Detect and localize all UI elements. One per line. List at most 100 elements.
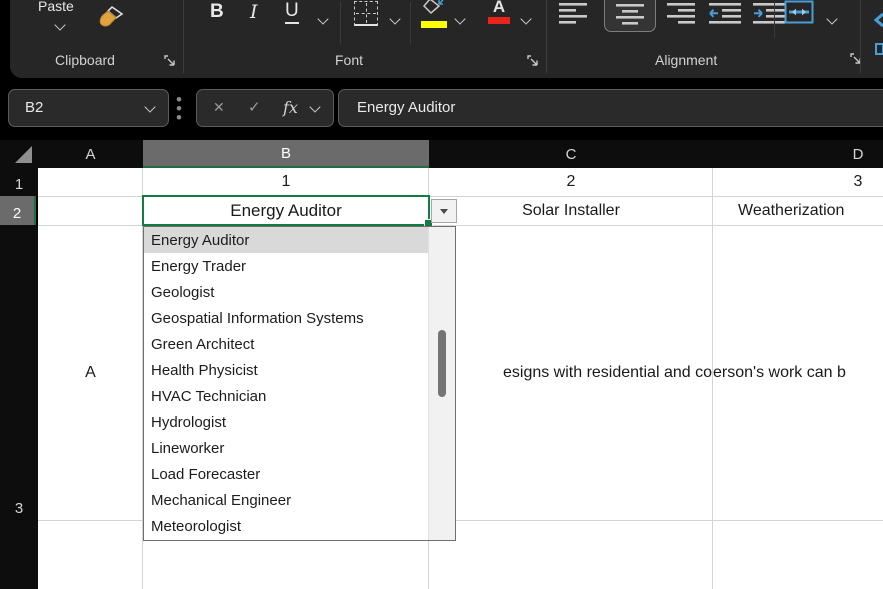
font-color-dropdown-button[interactable]	[520, 10, 532, 28]
active-cell-border	[142, 195, 430, 226]
insert-function-button[interactable]: fx	[283, 98, 298, 117]
paste-label: Paste	[38, 0, 74, 14]
cell-a3[interactable]: A	[38, 225, 143, 520]
divider	[410, 2, 411, 44]
column-header-d[interactable]: D	[713, 140, 883, 168]
chevron-down-icon	[54, 19, 66, 31]
chevron-down-icon	[826, 13, 838, 25]
merge-center-button[interactable]	[784, 0, 814, 29]
align-center-button[interactable]	[604, 0, 656, 32]
triangle-down-icon	[440, 208, 448, 214]
column-header-b[interactable]: B	[143, 140, 429, 168]
cell-c2[interactable]: Solar Installer	[429, 196, 713, 225]
bold-label: B	[210, 1, 224, 22]
column-header-a[interactable]: A	[38, 140, 143, 168]
enter-button[interactable]: ✓	[248, 98, 261, 116]
font-group-label: Font	[335, 52, 364, 68]
dropdown-item[interactable]: Load Forecaster	[144, 462, 429, 488]
cell-d1[interactable]: 3	[713, 168, 883, 196]
formula-bar-grip[interactable]: • • •	[176, 91, 182, 126]
format-painter-icon	[99, 5, 124, 27]
cell-value: erson's work can b	[713, 364, 846, 381]
select-all-button[interactable]	[0, 140, 38, 168]
bold-button[interactable]: B	[210, 0, 224, 25]
cell-value: Solar Installer	[522, 201, 620, 219]
paste-dropdown-button[interactable]	[54, 16, 66, 34]
formula-bar-input[interactable]: Energy Auditor	[338, 89, 883, 127]
column-header-label: A	[85, 145, 96, 163]
chevron-down-icon	[520, 13, 532, 25]
chevron-down-icon	[309, 101, 321, 113]
merge-center-dropdown-button[interactable]	[826, 10, 838, 28]
chevron-down-icon	[454, 13, 466, 25]
fill-color-icon	[422, 0, 444, 15]
fill-color-swatch	[421, 21, 447, 28]
clipboard-dialog-launcher[interactable]	[163, 54, 177, 68]
group-divider	[183, 0, 184, 73]
fill-color-button[interactable]	[421, 0, 447, 28]
align-left-button[interactable]	[558, 1, 588, 32]
group-divider	[860, 0, 861, 73]
dropdown-item[interactable]: Green Architect	[144, 331, 429, 357]
underline-dropdown-button[interactable]	[317, 10, 329, 28]
column-header-c[interactable]: C	[429, 140, 713, 168]
font-dialog-launcher[interactable]	[526, 54, 540, 68]
divider	[774, 2, 775, 38]
dropdown-item[interactable]: Health Physicist	[144, 357, 429, 383]
cell-value: 2	[566, 173, 576, 190]
name-box[interactable]: B2	[8, 89, 169, 127]
decrease-indent-button[interactable]	[708, 1, 742, 32]
dropdown-item[interactable]: Hydrologist	[144, 410, 429, 436]
align-left-icon	[559, 3, 587, 24]
cell-d2[interactable]: Weatherization	[713, 196, 883, 225]
dropdown-item[interactable]: Mechanical Engineer	[144, 488, 429, 514]
select-all-triangle-icon	[15, 146, 32, 163]
dropdown-item[interactable]: Energy Trader	[144, 253, 429, 279]
font-color-button[interactable]: A	[488, 0, 510, 24]
ribbon: Paste Clipboard B I U A Font Alignment	[10, 0, 883, 78]
chevron-down-icon	[144, 101, 156, 113]
paste-button[interactable]: Paste	[38, 0, 74, 14]
data-validation-dropdown-button[interactable]	[431, 199, 457, 223]
cell-value: 3	[853, 173, 863, 190]
column-header-label: C	[565, 145, 577, 163]
dropdown-scrollbar[interactable]	[428, 227, 455, 540]
fill-color-dropdown-button[interactable]	[454, 10, 466, 28]
dropdown-scrollbar-thumb[interactable]	[438, 330, 446, 397]
dropdown-item[interactable]: HVAC Technician	[144, 383, 429, 409]
row-header-label: 2	[12, 205, 22, 222]
cell-c1[interactable]: 2	[429, 168, 713, 196]
dropdown-item[interactable]: Geospatial Information Systems	[144, 305, 429, 331]
row-header-label: 3	[14, 500, 24, 517]
dropdown-item-selected[interactable]: Energy Auditor	[144, 227, 429, 254]
align-right-button[interactable]	[666, 1, 696, 32]
dropdown-item[interactable]: Meteorologist	[144, 514, 429, 540]
borders-dropdown-button[interactable]	[389, 10, 401, 28]
row-header-1[interactable]: 1	[0, 168, 38, 196]
dropdown-item[interactable]: Geologist	[144, 279, 429, 305]
cell-c3-clipped-text[interactable]: esigns with residential and co	[430, 358, 712, 388]
cell-value: 1	[281, 173, 291, 190]
align-right-icon	[667, 3, 695, 24]
row-header-label: 1	[14, 176, 24, 193]
dropdown-item[interactable]: Lineworker	[144, 436, 429, 462]
row-header-2[interactable]: 2	[0, 196, 36, 225]
italic-button[interactable]: I	[250, 0, 258, 25]
chevron-down-icon	[317, 13, 329, 25]
decrease-indent-icon	[709, 3, 741, 24]
underline-button[interactable]: U	[285, 0, 299, 24]
borders-icon	[354, 1, 378, 26]
cell-d3-clipped-text[interactable]: erson's work can b	[713, 358, 883, 388]
row-header-3[interactable]: 3	[0, 225, 38, 520]
cancel-button[interactable]: ✕	[213, 99, 225, 116]
borders-button[interactable]	[354, 1, 378, 26]
font-color-swatch	[488, 17, 510, 24]
format-painter-button[interactable]	[96, 4, 126, 41]
cell-b1[interactable]: 1	[143, 168, 429, 196]
clipboard-group-label: Clipboard	[55, 52, 115, 68]
excel-window: { "ribbon": { "clipboard": { "paste": "P…	[0, 0, 883, 589]
increase-indent-button[interactable]	[752, 1, 786, 32]
row-header-4[interactable]	[0, 520, 38, 589]
clipped-ribbon-icon	[874, 42, 883, 60]
column-header-label: B	[280, 144, 291, 162]
